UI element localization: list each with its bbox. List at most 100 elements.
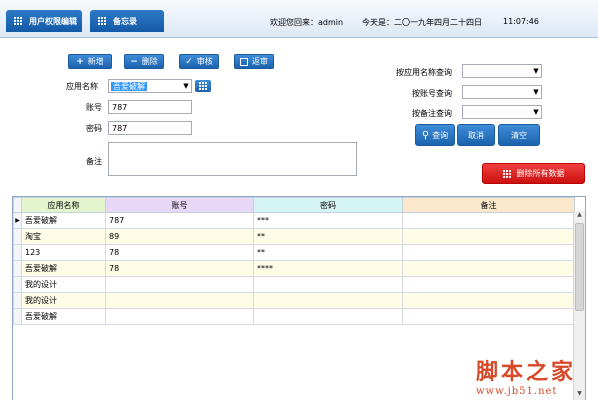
minus-icon: − bbox=[130, 56, 138, 67]
table-row[interactable]: ▶ 吾爱破解 787 *** bbox=[13, 212, 575, 229]
current-row-marker[interactable]: ▶ bbox=[13, 212, 22, 229]
column-header-app-name[interactable]: 应用名称 bbox=[21, 197, 106, 213]
query-button[interactable]: ⚲ 查询 bbox=[415, 124, 455, 146]
scroll-up-icon[interactable]: ▲ bbox=[574, 211, 585, 222]
query-by-remark-label: 按备注查询 bbox=[412, 109, 452, 118]
cell-account[interactable] bbox=[105, 308, 254, 325]
cell-account[interactable]: 78 bbox=[105, 244, 254, 261]
row-header[interactable] bbox=[13, 228, 22, 245]
top-bar: 用户权限编辑 备忘录 欢迎您回来：admin 今天是：二〇一九年四月二十四日 1… bbox=[0, 0, 598, 38]
cell-app-name[interactable]: 我的设计 bbox=[21, 292, 106, 309]
delete-all-button[interactable]: 删除所有数据 bbox=[482, 163, 585, 184]
unreview-button-label: 返审 bbox=[252, 57, 268, 66]
cancel-button-label: 取消 bbox=[468, 130, 484, 140]
row-header[interactable] bbox=[13, 244, 22, 261]
cell-password[interactable]: **** bbox=[253, 260, 403, 277]
grid-header-row: 应用名称 账号 密码 备注 bbox=[13, 197, 575, 213]
cell-password[interactable] bbox=[253, 276, 403, 293]
dropdown-arrow-icon[interactable]: ▼ bbox=[531, 67, 541, 75]
tab-label: 备忘录 bbox=[113, 16, 137, 26]
cell-remark[interactable] bbox=[402, 212, 575, 229]
table-row[interactable]: 吾爱破解 78 **** bbox=[13, 260, 575, 277]
column-header-remark[interactable]: 备注 bbox=[402, 197, 575, 213]
query-by-remark-combo[interactable]: ▼ bbox=[462, 105, 542, 119]
row-header[interactable] bbox=[13, 276, 22, 293]
cell-password[interactable] bbox=[253, 292, 403, 309]
column-header-password[interactable]: 密码 bbox=[253, 197, 403, 213]
cell-account[interactable]: 89 bbox=[105, 228, 254, 245]
cell-remark[interactable] bbox=[402, 308, 575, 325]
watermark: 脚本之家 www.jb51.net bbox=[476, 354, 576, 397]
grid-icon bbox=[98, 16, 107, 26]
query-by-app-label: 按应用名称查询 bbox=[396, 68, 452, 77]
add-button-label: 新增 bbox=[87, 57, 104, 66]
cell-app-name[interactable]: 吾爱破解 bbox=[21, 260, 106, 277]
query-by-account-combo[interactable]: ▼ bbox=[462, 85, 542, 99]
row-header-corner bbox=[13, 197, 22, 213]
search-icon: ⚲ bbox=[421, 129, 430, 141]
review-button[interactable]: ✓ 审核 bbox=[179, 54, 219, 69]
table-row[interactable]: 淘宝 89 ** bbox=[13, 228, 575, 245]
watermark-url: www.jb51.net bbox=[476, 386, 558, 397]
delete-button[interactable]: − 删除 bbox=[124, 54, 164, 69]
grid-icon bbox=[14, 16, 23, 26]
cell-app-name[interactable]: 吾爱破解 bbox=[21, 212, 106, 229]
cell-password[interactable]: *** bbox=[253, 212, 403, 229]
scroll-thumb[interactable] bbox=[575, 223, 584, 311]
watermark-title: 脚本之家 bbox=[476, 359, 577, 385]
dropdown-arrow-icon[interactable]: ▼ bbox=[531, 88, 541, 96]
row-header[interactable] bbox=[13, 308, 22, 325]
column-header-account[interactable]: 账号 bbox=[105, 197, 254, 213]
app-picker-button[interactable] bbox=[195, 80, 211, 92]
grid-icon bbox=[199, 82, 207, 90]
remark-label: 备注 bbox=[86, 157, 102, 166]
remark-textarea[interactable] bbox=[108, 142, 357, 176]
edit-icon bbox=[240, 57, 248, 66]
query-by-account-label: 按账号查询 bbox=[412, 89, 452, 98]
cell-remark[interactable] bbox=[402, 292, 575, 309]
cell-account[interactable] bbox=[105, 276, 254, 293]
cell-account[interactable]: 787 bbox=[105, 212, 254, 229]
password-label: 密码 bbox=[86, 124, 102, 133]
dropdown-arrow-icon[interactable]: ▼ bbox=[531, 108, 541, 116]
cell-app-name[interactable]: 123 bbox=[21, 244, 106, 261]
add-button[interactable]: + 新增 bbox=[68, 54, 112, 69]
welcome-text: 欢迎您回来：admin bbox=[270, 18, 344, 27]
cell-app-name[interactable]: 我的设计 bbox=[21, 276, 106, 293]
table-row[interactable]: 我的设计 bbox=[13, 276, 575, 293]
unreview-button[interactable]: 返审 bbox=[234, 54, 274, 69]
cell-remark[interactable] bbox=[402, 228, 575, 245]
cell-password[interactable] bbox=[253, 308, 403, 325]
cell-password[interactable]: ** bbox=[253, 228, 403, 245]
account-label: 账号 bbox=[86, 103, 102, 112]
row-header[interactable] bbox=[13, 292, 22, 309]
password-input[interactable]: 787 bbox=[108, 121, 192, 135]
row-header[interactable] bbox=[13, 260, 22, 277]
clear-button[interactable]: 清空 bbox=[498, 124, 540, 146]
cell-remark[interactable] bbox=[402, 244, 575, 261]
tab-memo[interactable]: 备忘录 bbox=[90, 10, 164, 32]
cell-password[interactable]: ** bbox=[253, 244, 403, 261]
grid-icon bbox=[502, 169, 511, 178]
table-row[interactable]: 我的设计 bbox=[13, 292, 575, 309]
tab-label: 用户权限编辑 bbox=[29, 16, 77, 26]
cell-app-name[interactable]: 淘宝 bbox=[21, 228, 106, 245]
dropdown-arrow-icon[interactable]: ▼ bbox=[181, 82, 191, 90]
clock-text: 11:07:46 bbox=[503, 17, 539, 26]
cancel-button[interactable]: 取消 bbox=[457, 124, 495, 146]
cell-app-name[interactable]: 吾爱破解 bbox=[21, 308, 106, 325]
cell-remark[interactable] bbox=[402, 276, 575, 293]
app-name-combo[interactable]: 吾爱破解 ▼ bbox=[108, 79, 192, 93]
table-row[interactable]: 123 78 ** bbox=[13, 244, 575, 261]
app-name-label: 应用名称 bbox=[66, 82, 98, 91]
tab-user-permission-edit[interactable]: 用户权限编辑 bbox=[6, 10, 82, 32]
cell-remark[interactable] bbox=[402, 260, 575, 277]
check-icon: ✓ bbox=[185, 56, 193, 67]
query-by-app-combo[interactable]: ▼ bbox=[462, 64, 542, 78]
clear-button-label: 清空 bbox=[511, 130, 527, 140]
delete-button-label: 删除 bbox=[141, 57, 158, 66]
cell-account[interactable] bbox=[105, 292, 254, 309]
table-row[interactable]: 吾爱破解 bbox=[13, 308, 575, 325]
account-input[interactable]: 787 bbox=[108, 100, 192, 114]
cell-account[interactable]: 78 bbox=[105, 260, 254, 277]
